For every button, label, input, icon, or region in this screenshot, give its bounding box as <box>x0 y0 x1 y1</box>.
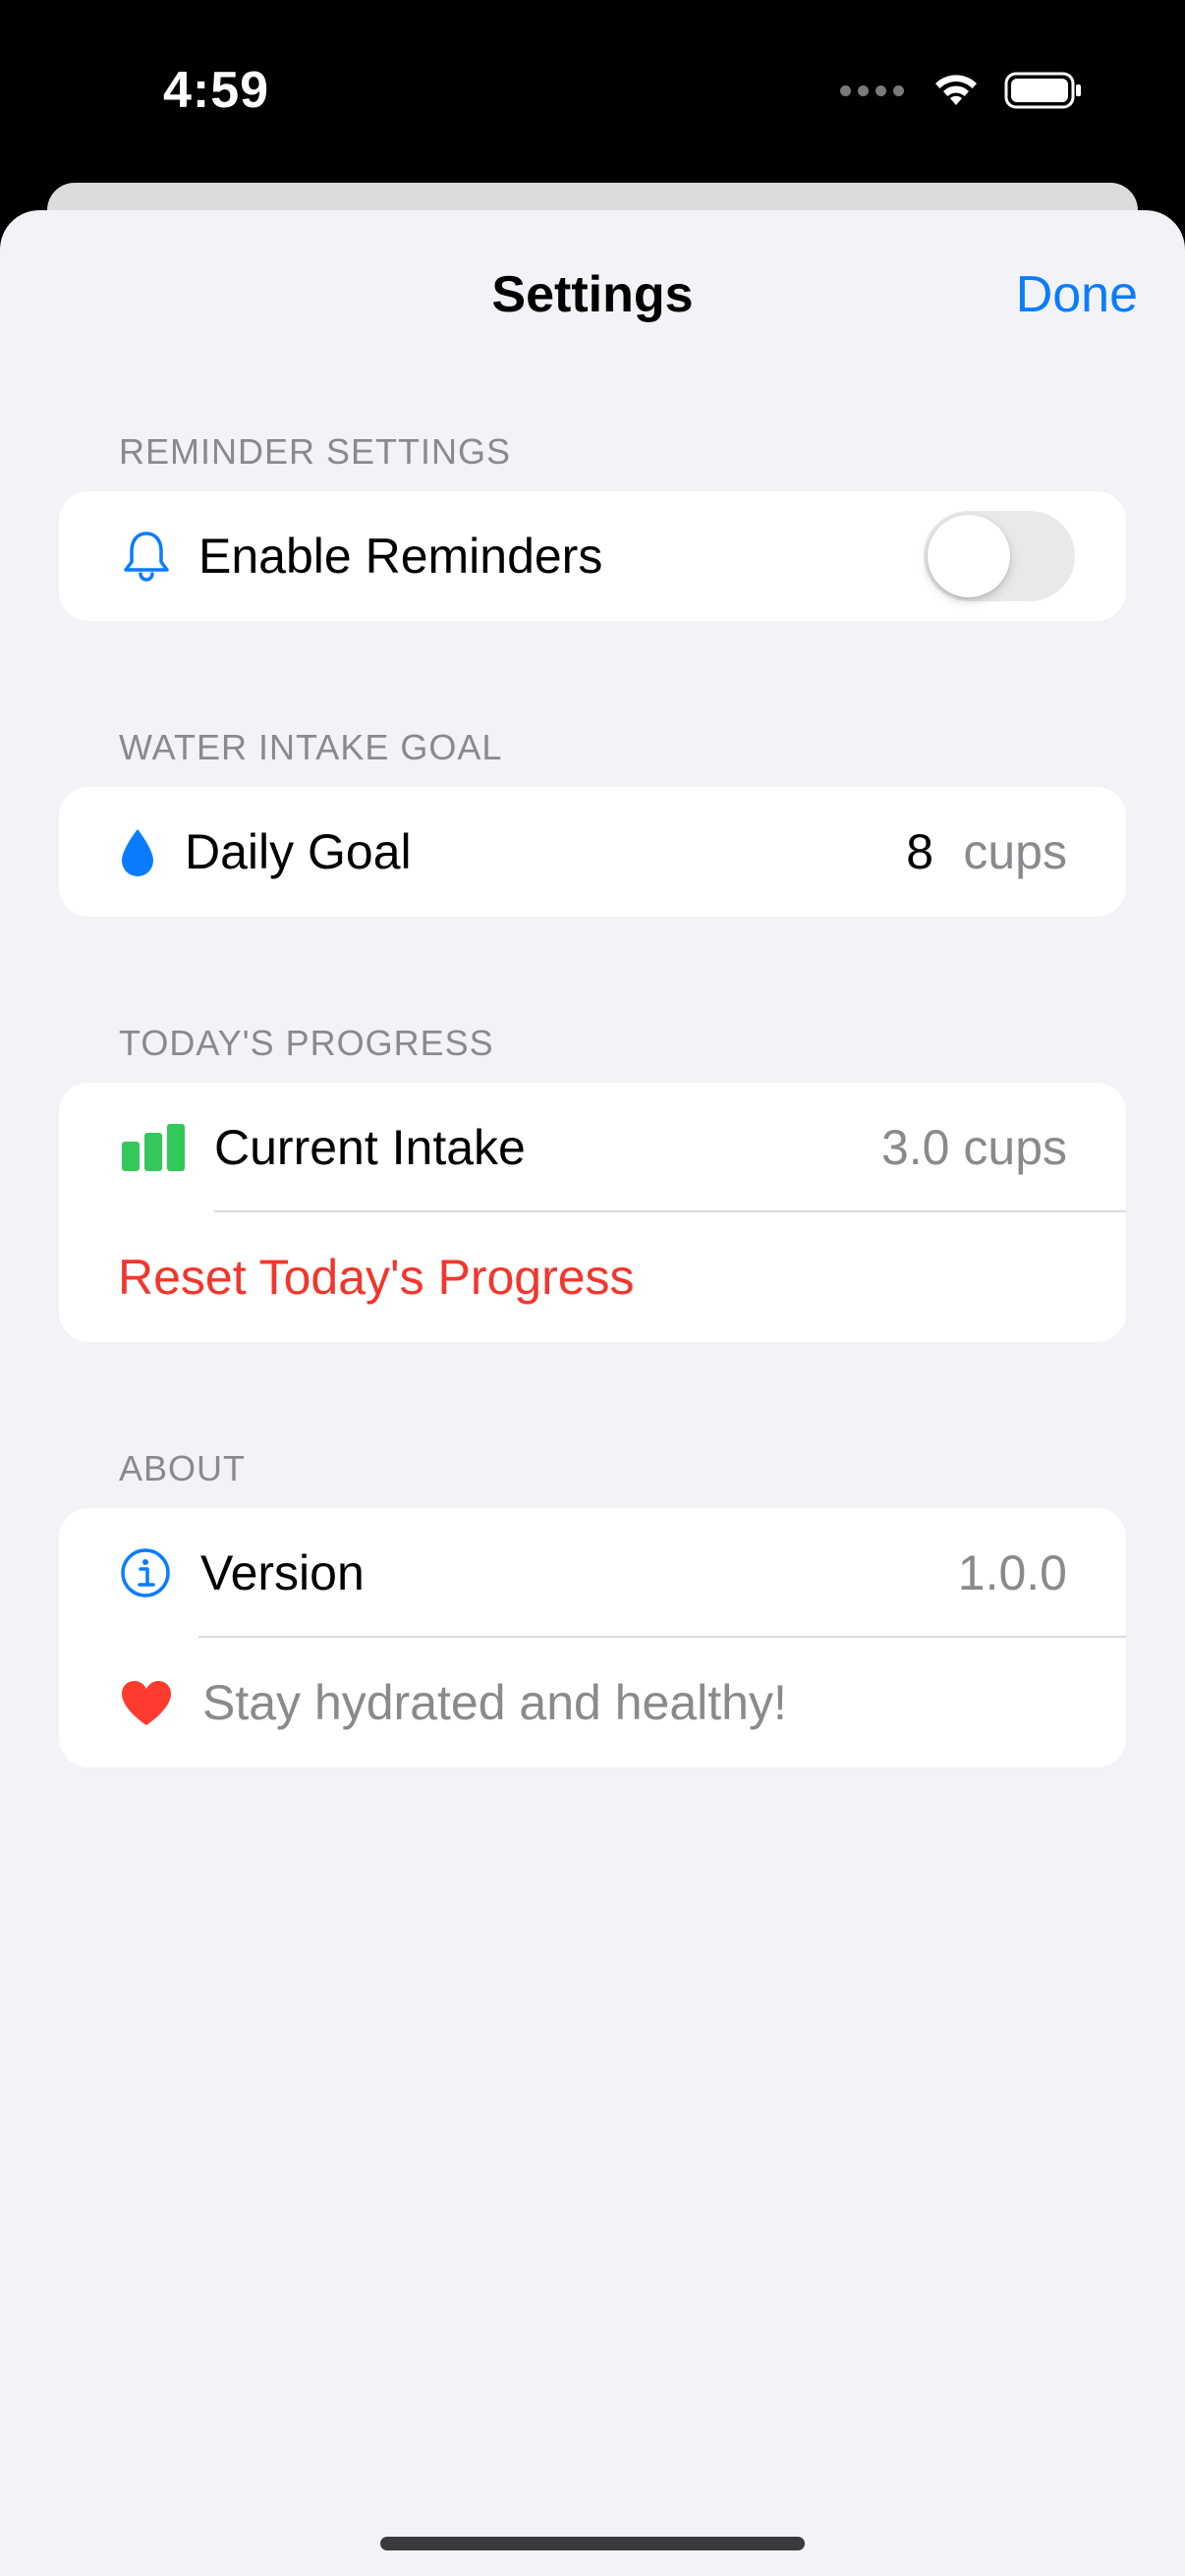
daily-goal-value: 8 <box>906 824 933 879</box>
version-row: Version 1.0.0 <box>59 1508 1126 1638</box>
status-icons <box>840 71 1083 110</box>
enable-reminders-label: Enable Reminders <box>198 529 603 584</box>
status-time: 4:59 <box>163 62 270 119</box>
enable-reminders-row: Enable Reminders <box>59 491 1126 621</box>
about-card: Version 1.0.0 Stay hydrated and healthy! <box>59 1508 1126 1767</box>
done-button[interactable]: Done <box>1016 265 1138 324</box>
bar-chart-icon <box>122 1124 187 1171</box>
section-header-goal: WATER INTAKE GOAL <box>119 727 503 767</box>
reminders-card: Enable Reminders <box>59 491 1126 621</box>
settings-sheet: Settings Done REMINDER SETTINGS Enable R… <box>0 210 1185 2576</box>
tagline-row: Stay hydrated and healthy! <box>59 1638 1126 1767</box>
toggle-knob <box>928 515 1010 597</box>
page-title: Settings <box>491 266 694 323</box>
section-header-progress: TODAY'S PROGRESS <box>119 1023 494 1063</box>
tagline-text: Stay hydrated and healthy! <box>202 1675 787 1730</box>
info-icon <box>120 1547 171 1598</box>
current-intake-value: 3.0 cups <box>880 1120 1067 1175</box>
enable-reminders-toggle[interactable] <box>924 511 1075 601</box>
heart-icon <box>120 1679 173 1728</box>
progress-card: Current Intake 3.0 cups Reset Today's Pr… <box>59 1083 1126 1342</box>
bell-icon <box>120 529 173 584</box>
daily-goal-row[interactable]: Daily Goal 8 cups <box>59 787 1126 917</box>
current-intake-row: Current Intake 3.0 cups <box>59 1083 1126 1212</box>
current-intake-label: Current Intake <box>214 1120 526 1175</box>
daily-goal-label: Daily Goal <box>185 824 412 879</box>
wifi-icon <box>935 75 977 105</box>
cellular-dots-icon <box>840 84 904 96</box>
version-value: 1.0.0 <box>957 1545 1067 1600</box>
reset-progress-row[interactable]: Reset Today's Progress <box>59 1212 1126 1342</box>
home-indicator[interactable] <box>380 2537 805 2550</box>
section-header-reminders: REMINDER SETTINGS <box>119 431 512 472</box>
screen: 4:59 Settings Done REMINDER SETTINGS Ena… <box>0 0 1185 2576</box>
reset-progress-button[interactable]: Reset Today's Progress <box>118 1249 635 1306</box>
battery-icon <box>1004 72 1081 109</box>
section-header-about: ABOUT <box>119 1448 247 1488</box>
water-drop-icon <box>118 826 157 879</box>
daily-goal-unit: cups <box>963 824 1067 879</box>
version-label: Version <box>200 1545 365 1600</box>
goal-card: Daily Goal 8 cups <box>59 787 1126 917</box>
